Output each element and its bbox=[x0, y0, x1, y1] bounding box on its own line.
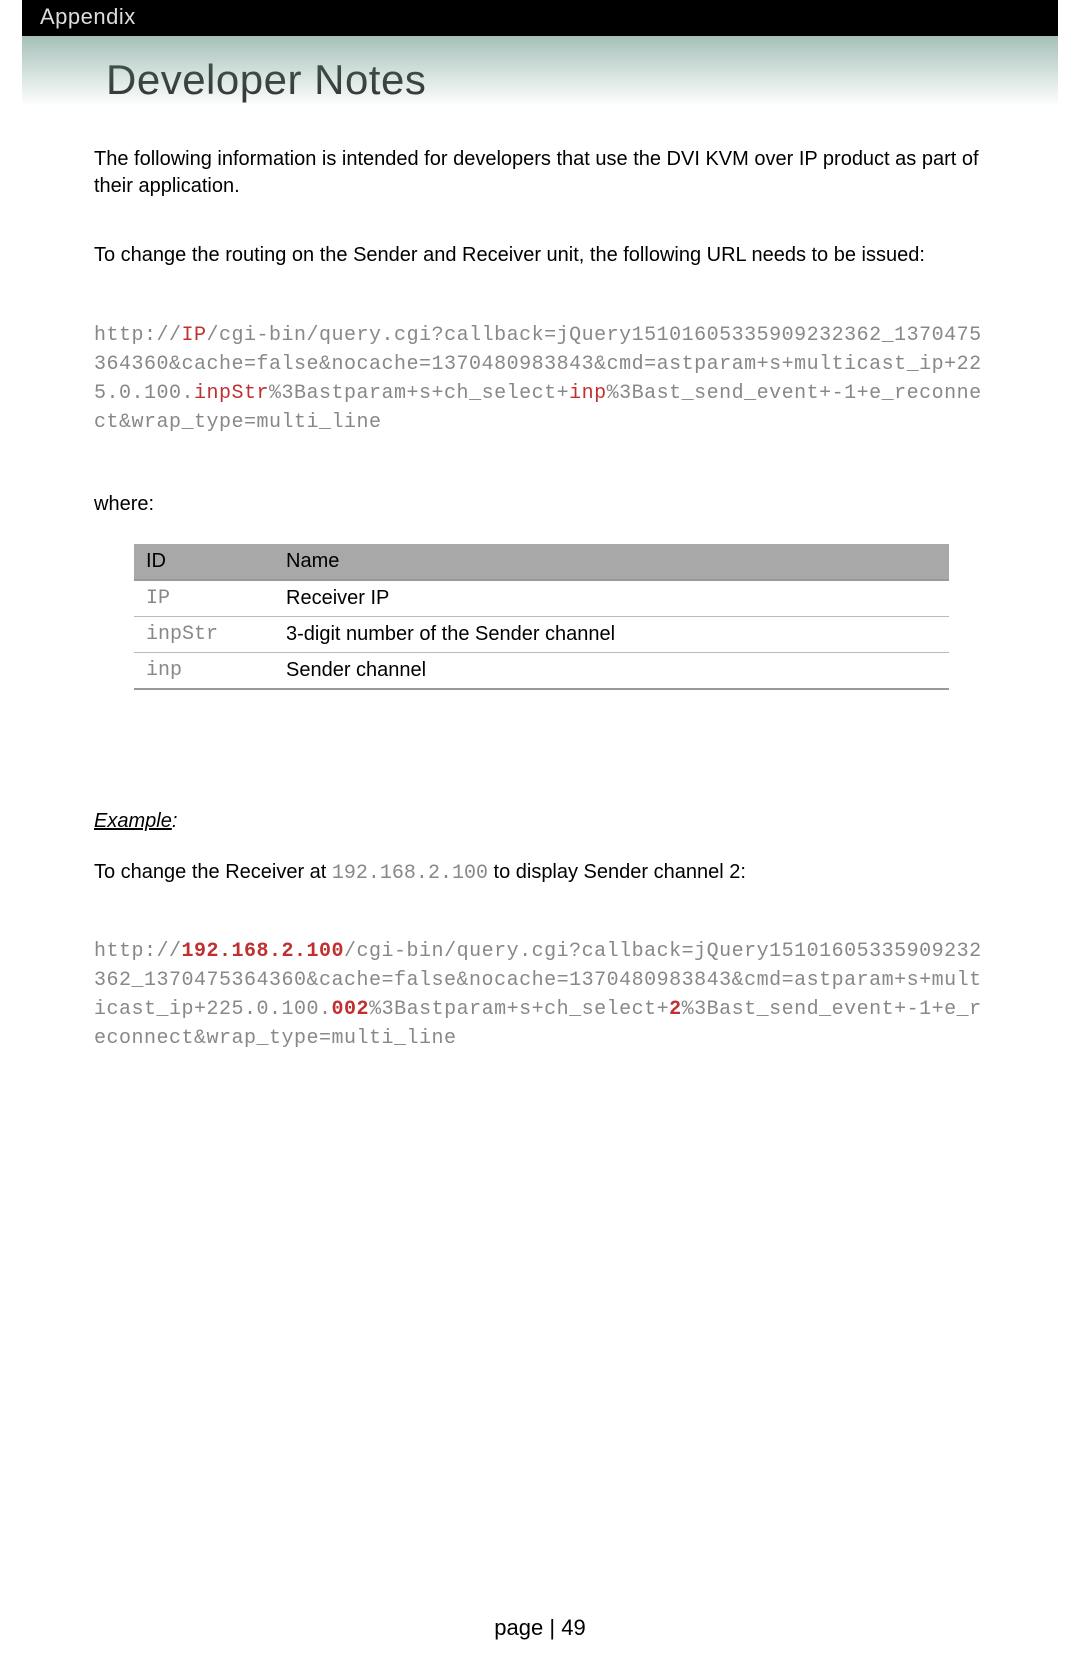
page-number: 49 bbox=[561, 1615, 585, 1640]
intro-paragraph-2: To change the routing on the Sender and … bbox=[94, 242, 986, 269]
table-row: inp Sender channel bbox=[134, 653, 949, 690]
code-val-inpstr: 002 bbox=[332, 998, 370, 1021]
code-text: http:// bbox=[94, 324, 182, 347]
text: To change the Receiver at bbox=[94, 861, 332, 883]
code-var-ip: IP bbox=[182, 324, 207, 347]
section-header: Appendix bbox=[22, 0, 1058, 36]
table-row: inpStr 3-digit number of the Sender chan… bbox=[134, 617, 949, 653]
intro-paragraph-1: The following information is intended fo… bbox=[94, 146, 986, 200]
example-sentence: To change the Receiver at 192.168.2.100 … bbox=[94, 861, 986, 885]
url-template-code: http://IP/cgi-bin/query.cgi?callback=jQu… bbox=[94, 321, 986, 437]
col-id: ID bbox=[134, 544, 274, 580]
code-val-ip: 192.168.2.100 bbox=[182, 940, 345, 963]
cell-id: inpStr bbox=[134, 617, 274, 653]
page-footer: page | 49 bbox=[0, 1615, 1080, 1641]
code-var-inpstr: inpStr bbox=[194, 382, 269, 405]
code-text: %3Bastparam+s+ch_select+ bbox=[269, 382, 569, 405]
col-name: Name bbox=[274, 544, 949, 580]
page-sep: | bbox=[543, 1615, 561, 1640]
cell-name: Receiver IP bbox=[274, 580, 949, 617]
page-label: page bbox=[494, 1615, 543, 1640]
ip-literal: 192.168.2.100 bbox=[332, 862, 488, 885]
code-text: http:// bbox=[94, 940, 182, 963]
table-header-row: ID Name bbox=[134, 544, 949, 580]
cell-id: inp bbox=[134, 653, 274, 690]
example-label: Example bbox=[94, 810, 177, 833]
variables-table: ID Name IP Receiver IP inpStr 3-digit nu… bbox=[134, 544, 949, 690]
table-row: IP Receiver IP bbox=[134, 580, 949, 617]
cell-name: 3-digit number of the Sender channel bbox=[274, 617, 949, 653]
cell-id: IP bbox=[134, 580, 274, 617]
code-text: %3Bastparam+s+ch_select+ bbox=[369, 998, 669, 1021]
code-val-inp: 2 bbox=[669, 998, 682, 1021]
code-var-inp: inp bbox=[569, 382, 607, 405]
url-example-code: http://192.168.2.100/cgi-bin/query.cgi?c… bbox=[94, 937, 986, 1053]
cell-name: Sender channel bbox=[274, 653, 949, 690]
header-gradient bbox=[22, 36, 1058, 106]
where-label: where: bbox=[94, 493, 986, 516]
text: to display Sender channel 2: bbox=[488, 861, 746, 883]
